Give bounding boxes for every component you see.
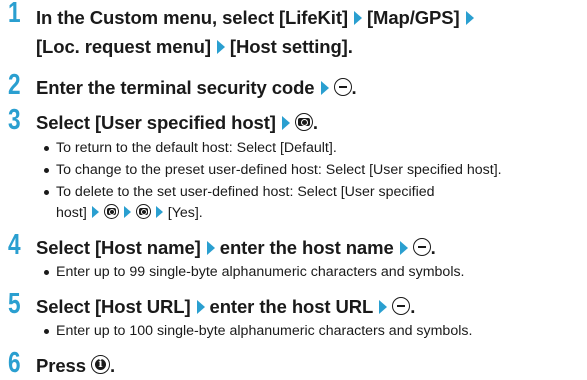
list-item: Enter up to 99 single-byte alphanumeric … bbox=[44, 262, 584, 283]
bullet-icon bbox=[44, 168, 49, 173]
step-text-line-2: [Loc. request menu] [Host setting]. bbox=[36, 36, 353, 57]
triangle-right-icon bbox=[196, 300, 205, 314]
bullet-icon bbox=[44, 146, 49, 151]
triangle-right-icon bbox=[91, 206, 99, 218]
triangle-right-icon bbox=[399, 241, 408, 255]
list-item: Enter up to 100 single-byte alphanumeric… bbox=[44, 321, 584, 342]
step-text: Enter the terminal security code. bbox=[36, 77, 357, 98]
camera-key-icon bbox=[135, 204, 151, 219]
minus-key-icon bbox=[412, 238, 431, 256]
instruction-page: 1 In the Custom menu, select [LifeKit] [M… bbox=[0, 0, 587, 380]
triangle-right-icon bbox=[206, 241, 215, 255]
triangle-right-icon bbox=[216, 40, 225, 54]
camera-key-icon bbox=[103, 204, 119, 219]
step-text: Select [Host name] enter the host name. bbox=[36, 237, 436, 258]
minus-key-icon bbox=[392, 297, 411, 315]
triangle-right-icon bbox=[320, 81, 329, 95]
list-item: To return to the default host: Select [D… bbox=[44, 138, 584, 159]
bullet-icon bbox=[44, 329, 49, 334]
step-number: 5 bbox=[8, 288, 21, 320]
step-number: 2 bbox=[8, 69, 21, 101]
step-number: 3 bbox=[8, 104, 21, 136]
list-item-continuation: host] [Yes]. bbox=[56, 204, 203, 221]
step-text: Press . bbox=[36, 354, 115, 378]
step-text-line-1: In the Custom menu, select [LifeKit] [Map… bbox=[36, 6, 479, 30]
list-item: To delete to the set user-defined host: … bbox=[44, 182, 584, 203]
bullet-icon bbox=[44, 190, 49, 195]
list-item: To change to the preset user-defined hos… bbox=[44, 160, 584, 181]
triangle-right-icon bbox=[155, 206, 163, 218]
triangle-right-icon bbox=[281, 116, 290, 130]
camera-key-icon bbox=[294, 113, 313, 131]
triangle-right-icon bbox=[123, 206, 131, 218]
bullet-icon bbox=[44, 270, 49, 275]
step-text: Select [Host URL] enter the host URL. bbox=[36, 296, 416, 317]
step-number: 6 bbox=[8, 347, 21, 379]
info-key-icon bbox=[90, 355, 110, 374]
minus-key-icon bbox=[333, 78, 352, 96]
step-number: 4 bbox=[8, 229, 21, 261]
triangle-right-icon bbox=[353, 11, 362, 25]
triangle-right-icon bbox=[465, 11, 474, 25]
triangle-right-icon bbox=[379, 300, 388, 314]
step-number: 1 bbox=[8, 0, 21, 29]
step-text: Select [User specified host]. bbox=[36, 112, 318, 133]
